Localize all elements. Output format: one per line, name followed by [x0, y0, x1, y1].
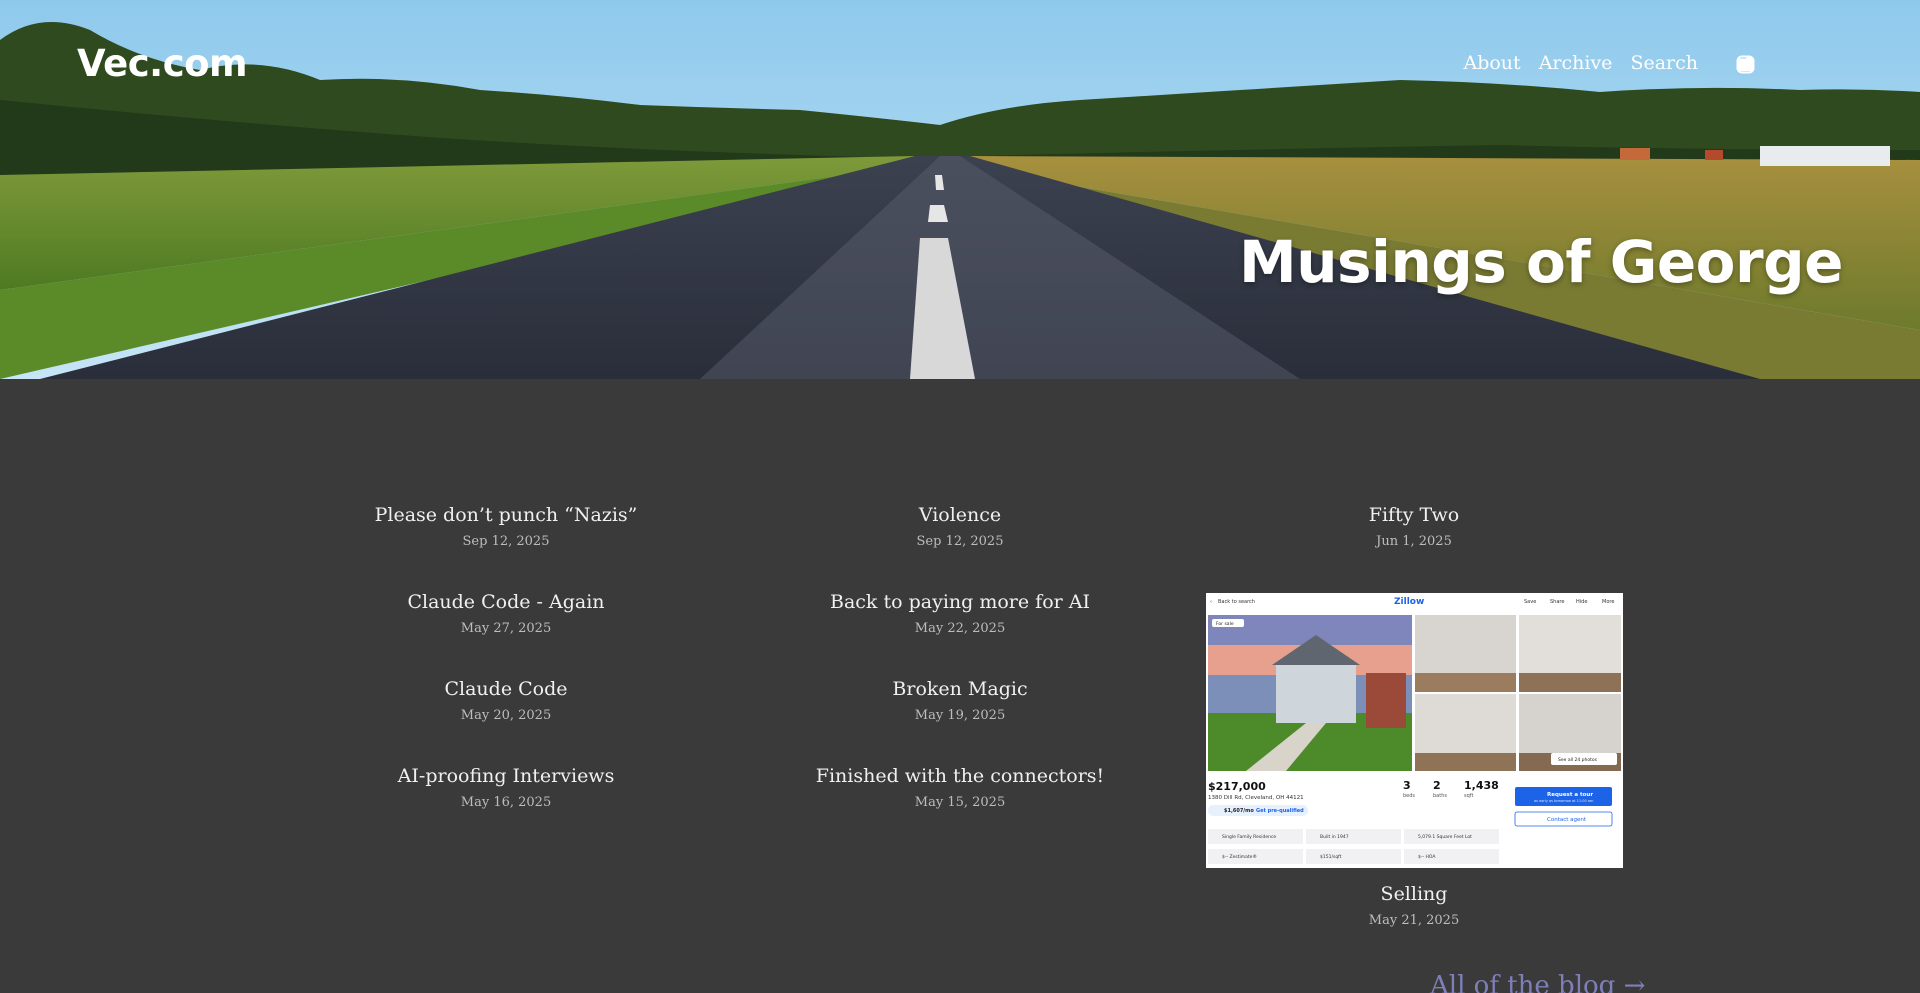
site-logo-link[interactable]: Vec.com — [77, 42, 248, 85]
post-item: Violence Sep 12, 2025 — [752, 502, 1168, 550]
svg-text:‹: ‹ — [1210, 599, 1212, 605]
post-item: Back to paying more for AI May 22, 2025 — [752, 589, 1168, 637]
svg-text:More: More — [1602, 599, 1614, 605]
zillow-listing-screenshot: ‹ Back to search Zillow Save Share Hide … — [1206, 593, 1623, 868]
nav-about[interactable]: About — [1463, 52, 1520, 74]
svg-text:2: 2 — [1433, 779, 1441, 792]
svg-text:$217,000: $217,000 — [1208, 780, 1266, 793]
svg-text:$1,607/mo: $1,607/mo — [1224, 808, 1254, 814]
post-title-link[interactable]: Broken Magic — [752, 676, 1168, 702]
post-item: Fifty Two Jun 1, 2025 — [1206, 502, 1622, 550]
all-blog-link[interactable]: All of the blog → — [1430, 971, 1645, 993]
post-date: May 15, 2025 — [914, 795, 1006, 810]
nav-search[interactable]: Search — [1630, 52, 1698, 74]
post-title-link[interactable]: Back to paying more for AI — [752, 589, 1168, 615]
svg-text:baths: baths — [1433, 793, 1447, 799]
svg-text:$-- Zestimate®: $-- Zestimate® — [1222, 853, 1257, 860]
post-title-link[interactable]: Violence — [752, 502, 1168, 528]
post-item: Broken Magic May 19, 2025 — [752, 676, 1168, 724]
hero-banner: Vec.com About Archive Search Musings of … — [0, 0, 1920, 379]
post-item: AI-proofing Interviews May 16, 2025 — [298, 763, 714, 811]
svg-text:1,438: 1,438 — [1464, 779, 1499, 792]
post-thumbnail-image[interactable]: ‹ Back to search Zillow Save Share Hide … — [1206, 593, 1623, 868]
post-title-link[interactable]: Claude Code - Again — [298, 589, 714, 615]
post-item: Claude Code - Again May 27, 2025 — [298, 589, 714, 637]
zillow-back-link: Back to search — [1218, 599, 1255, 605]
zillow-brand: Zillow — [1394, 597, 1424, 607]
post-item: Claude Code May 20, 2025 — [298, 676, 714, 724]
svg-text:See all 24 photos: See all 24 photos — [1558, 757, 1598, 763]
post-date: Sep 12, 2025 — [462, 534, 550, 549]
post-title-link[interactable]: Please don’t punch “Nazis” — [298, 502, 714, 528]
svg-text:Get pre-qualified: Get pre-qualified — [1256, 808, 1304, 814]
post-item: Finished with the connectors! May 15, 20… — [752, 763, 1168, 811]
svg-text:Save: Save — [1524, 599, 1536, 605]
svg-text:beds: beds — [1403, 793, 1415, 799]
svg-text:3: 3 — [1403, 779, 1411, 792]
svg-text:5,079.1 Square Feet Lot: 5,079.1 Square Feet Lot — [1418, 834, 1472, 840]
page-title: Musings of George — [1239, 228, 1843, 296]
svg-text:For sale: For sale — [1216, 621, 1234, 627]
svg-text:Request a tour: Request a tour — [1547, 792, 1593, 798]
post-date: May 20, 2025 — [460, 708, 552, 723]
svg-text:$-- HOA: $-- HOA — [1418, 854, 1436, 860]
post-title-link[interactable]: AI-proofing Interviews — [298, 763, 714, 789]
post-title-link[interactable]: Fifty Two — [1206, 502, 1622, 528]
post-item: Selling May 21, 2025 — [1206, 881, 1622, 929]
post-date: May 22, 2025 — [914, 621, 1006, 636]
post-grid: Please don’t punch “Nazis” Sep 12, 2025 … — [0, 379, 1920, 993]
post-title-link[interactable]: Selling — [1206, 881, 1622, 907]
svg-text:Hide: Hide — [1576, 599, 1587, 605]
post-title-link[interactable]: Finished with the connectors! — [752, 763, 1168, 789]
svg-text:1380 Dill Rd, Cleveland, OH 44: 1380 Dill Rd, Cleveland, OH 44121 — [1208, 795, 1304, 801]
svg-text:$151/sqft: $151/sqft — [1320, 854, 1342, 860]
svg-text:Built in 1947: Built in 1947 — [1320, 834, 1349, 840]
post-date: Jun 1, 2025 — [1376, 534, 1452, 549]
post-item: Please don’t punch “Nazis” Sep 12, 2025 — [298, 502, 714, 550]
svg-text:Single Family Residence: Single Family Residence — [1222, 834, 1276, 840]
social-links — [1736, 55, 1847, 74]
twitter-icon[interactable] — [1736, 55, 1847, 74]
svg-text:sqft: sqft — [1464, 793, 1473, 799]
youtube-icon[interactable] — [1736, 55, 1801, 74]
svg-text:Contact agent: Contact agent — [1547, 817, 1587, 823]
svg-text:as early as tomorrow at 11:00: as early as tomorrow at 11:00 am — [1534, 799, 1594, 803]
svg-text:Share: Share — [1550, 599, 1564, 605]
main-nav: About Archive Search — [1463, 52, 1698, 74]
post-date: Sep 12, 2025 — [916, 534, 1004, 549]
post-date: May 19, 2025 — [914, 708, 1006, 723]
post-title-link[interactable]: Claude Code — [298, 676, 714, 702]
post-date: May 21, 2025 — [1368, 913, 1460, 928]
post-date: May 27, 2025 — [460, 621, 552, 636]
nav-archive[interactable]: Archive — [1539, 52, 1613, 74]
post-date: May 16, 2025 — [460, 795, 552, 810]
